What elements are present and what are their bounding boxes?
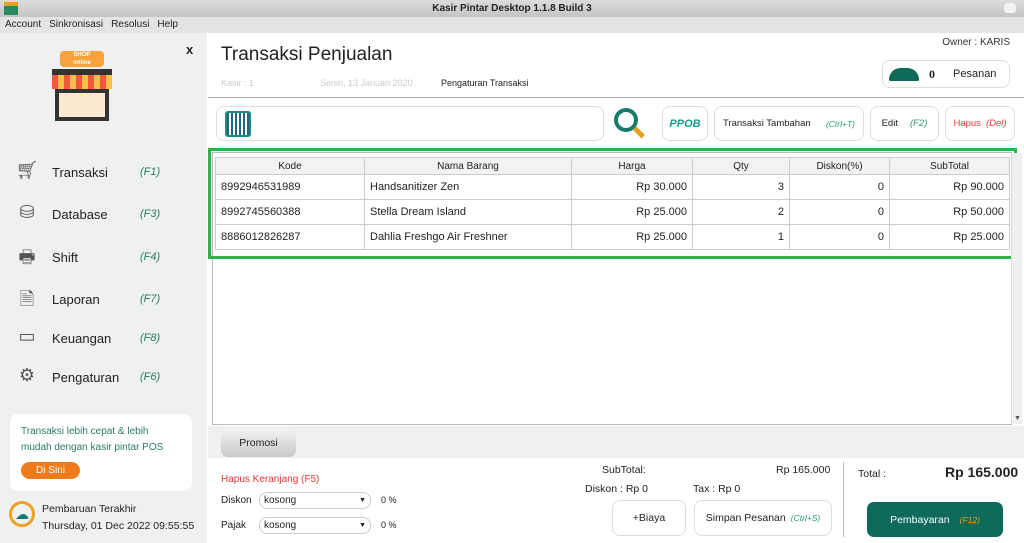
subtotal-value: Rp 165.000 [776,464,831,476]
cell-diskon: 0 [789,224,890,250]
pajak-select[interactable]: kosong ▼ [259,517,371,534]
menu-help[interactable]: Help [157,19,178,30]
cell-nama: Dahlia Freshgo Air Freshner [364,224,572,250]
window-control[interactable] [1004,3,1016,13]
col-nama[interactable]: Nama Barang [364,157,572,175]
menu-sinkronisasi[interactable]: Sinkronisasi [49,19,103,30]
promo-card: Transaksi lebih cepat & lebih mudah deng… [10,414,192,491]
table-row[interactable]: 8886012826287 Dahlia Freshgo Air Freshner… [215,224,1010,250]
page-title: Transaksi Penjualan [221,44,393,65]
update-label: Pembaruan Terakhir [42,503,137,515]
date-label: Senin, 13 Januari 2020 [320,78,413,88]
cell-harga: Rp 30.000 [571,174,693,200]
cell-kode: 8992745560388 [215,199,365,225]
col-kode[interactable]: Kode [215,157,365,175]
cell-harga: Rp 25.000 [571,224,693,250]
app-icon [4,2,18,15]
report-icon: 🗎︎ [19,289,35,309]
cell-subtotal: Rp 50.000 [889,199,1010,225]
payment-button[interactable]: Pembayaran (F12) [867,502,1003,537]
cell-qty: 1 [692,224,790,250]
diskon-label: Diskon [221,495,252,506]
extra-transaction-button[interactable]: Transaksi Tambahan (Ctrl+T) [714,106,864,141]
save-order-button[interactable]: Simpan Pesanan (Ctrl+S) [694,500,832,536]
col-harga[interactable]: Harga [571,157,693,175]
col-qty[interactable]: Qty [692,157,790,175]
window-title: Kasir Pintar Desktop 1.1.8 Build 3 [432,3,592,14]
clear-cart-button[interactable]: Hapus Keranjang (F5) [221,474,319,485]
shop-logo: SHOP online [52,51,112,126]
col-subtotal[interactable]: SubTotal [889,157,1010,175]
cell-subtotal: Rp 90.000 [889,174,1010,200]
sidebar-item-transaksi[interactable]: 🛒︎ Transaksi (F1) [14,157,194,187]
transaction-settings-link[interactable]: Pengaturan Transaksi [441,78,529,88]
sync-icon: ☁ [9,501,35,527]
col-diskon[interactable]: Diskon(%) [789,157,890,175]
items-table: Kode Nama Barang Harga Qty Diskon(%) Sub… [215,157,1010,250]
service-bell-icon [889,67,919,81]
edit-button[interactable]: Edit (F2) [870,106,939,141]
cell-kode: 8992946531989 [215,174,365,200]
promosi-tab[interactable]: Promosi [221,430,296,457]
title-bar: Kasir Pintar Desktop 1.1.8 Build 3 [0,0,1024,17]
barcode-search-input[interactable] [216,106,604,141]
divider [208,97,1024,98]
sidebar-item-database[interactable]: ⛁ Database (F3) [14,199,194,229]
diskon-percent: 0 % [381,495,397,505]
table-row[interactable]: 8992946531989 Handsanitizer Zen Rp 30.000 3… [215,174,1010,200]
cashier-icon: 🖶︎ [18,247,36,267]
ppob-button[interactable]: PPOB [662,106,708,141]
diskon-select[interactable]: kosong ▼ [259,492,371,509]
table-row[interactable]: 8992745560388 Stella Dream Island Rp 25.00… [215,199,1010,225]
biaya-button[interactable]: +Biaya [612,500,686,536]
di-sini-button[interactable]: Di Sini [21,462,80,479]
delete-button[interactable]: Hapus (Del) [945,106,1015,141]
cell-harga: Rp 25.000 [571,199,693,225]
update-time: Thursday, 01 Dec 2022 09:55:55 [42,520,195,532]
cell-qty: 3 [692,174,790,200]
close-sidebar-button[interactable]: x [186,42,193,57]
chevron-down-icon: ▼ [359,497,366,504]
cell-kode: 8886012826287 [215,224,365,250]
cart-icon: 🛒︎ [15,160,39,180]
diskon-summary: Diskon : Rp 0 [585,483,649,495]
total-label: Total : [858,468,887,480]
sidebar-item-shift[interactable]: 🖶︎ Shift (F4) [14,242,194,272]
sidebar-item-pengaturan[interactable]: ⚙ Pengaturan (F6) [14,362,194,392]
pajak-percent: 0 % [381,520,397,530]
cell-subtotal: Rp 25.000 [889,224,1010,250]
chevron-down-icon: ▼ [359,522,366,529]
cell-diskon: 0 [789,199,890,225]
summary-divider [843,462,844,537]
database-icon: ⛁ [19,202,35,222]
menu-bar: Account Sinkronisasi Resolusi Help [0,17,1024,33]
cell-qty: 2 [692,199,790,225]
subtotal-label: SubTotal: [602,464,646,476]
gear-icon: ⚙ [18,365,36,385]
table-scrollbar[interactable]: ▼ [1011,153,1022,424]
cell-diskon: 0 [789,174,890,200]
owner-label: Owner : KARIS [942,37,1010,48]
menu-resolusi[interactable]: Resolusi [111,19,149,30]
sidebar-item-keuangan[interactable]: ▭ Keuangan (F8) [14,323,194,353]
kasir-label: Kasir : 1 [221,78,255,88]
wallet-icon: ▭ [18,326,36,346]
pajak-label: Pajak [221,520,247,531]
orders-button[interactable]: 0 Pesanan [882,60,1010,88]
sidebar-item-laporan[interactable]: 🗎︎ Laporan (F7) [14,284,194,314]
barcode-icon [225,110,251,137]
menu-account[interactable]: Account [5,19,41,30]
cell-nama: Handsanitizer Zen [364,174,572,200]
cell-nama: Stella Dream Island [364,199,572,225]
sidebar: x SHOP online 🛒︎ Transaksi (F1) ⛁ Database (F… [0,33,207,543]
promo-bar [208,426,1024,458]
tax-summary: Tax : Rp 0 [693,483,741,495]
total-value: Rp 165.000 [945,464,1019,480]
